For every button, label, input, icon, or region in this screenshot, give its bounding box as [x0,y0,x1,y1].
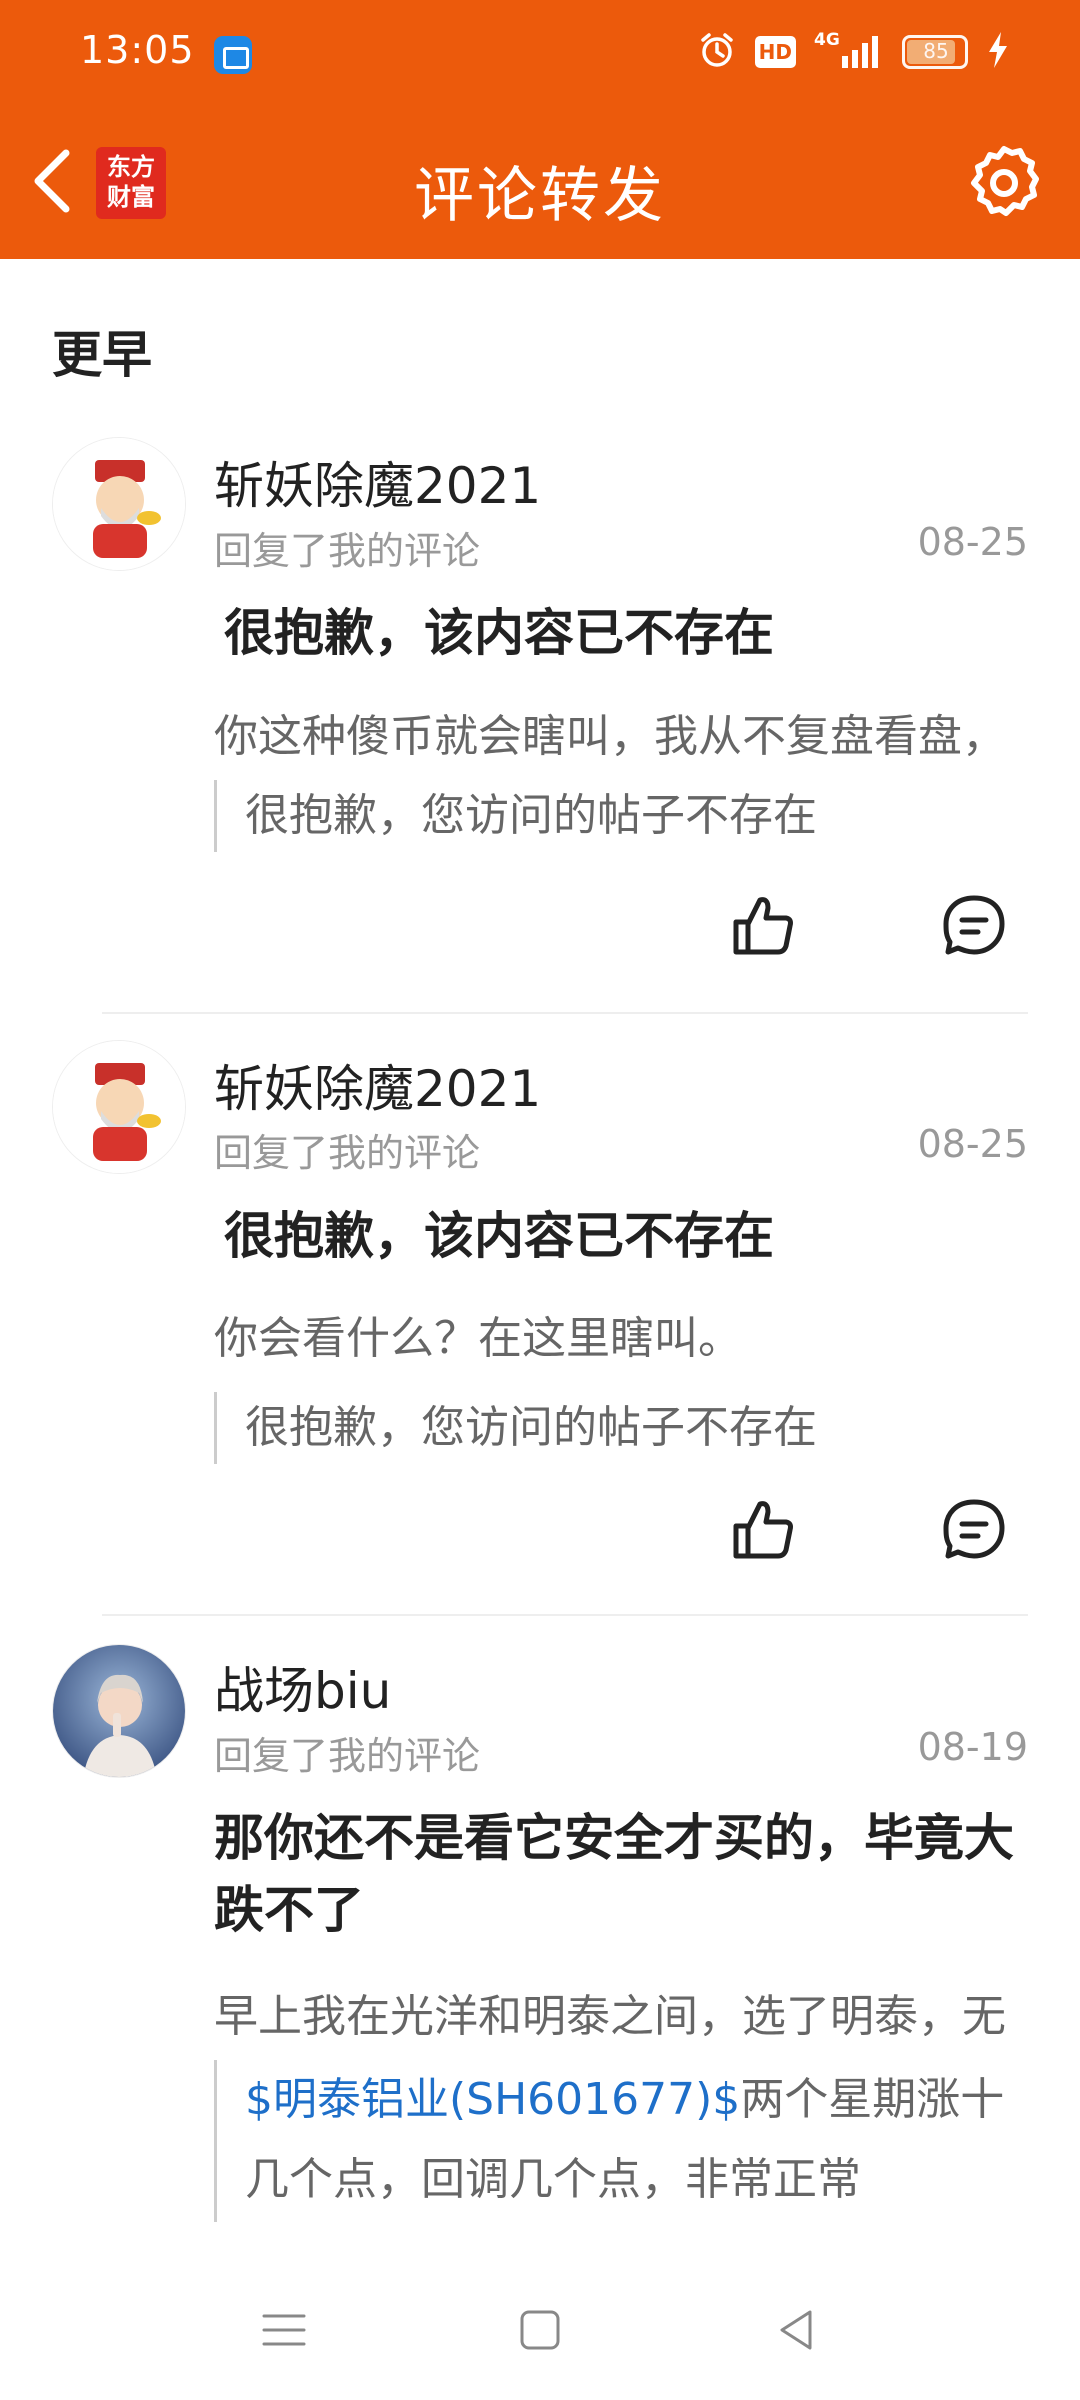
home-icon[interactable] [508,2298,572,2362]
username[interactable]: 斩妖除魔2021 [214,1049,541,1121]
battery-level: 85 [923,39,949,63]
action-text: 回复了我的评论 [214,1131,481,1175]
gear-icon[interactable] [964,143,1044,223]
reply-text[interactable]: 你会看什么？在这里瞎叫。 [214,1302,1034,1366]
alarm-icon [697,30,737,74]
action-text: 回复了我的评论 [214,1734,481,1778]
reply-text[interactable]: 你这种傻币就会瞎叫，我从不复盘看盘， [214,700,1034,764]
username[interactable]: 斩妖除魔2021 [214,446,541,518]
menu-icon[interactable] [252,2298,316,2362]
quote-text: 很抱歉，您访问的帖子不存在 [245,1402,817,1453]
comment-icon[interactable] [938,890,1010,962]
app-notification-icon [214,36,252,74]
comment-content[interactable]: 很抱歉，该内容已不存在 [224,1200,1044,1272]
divider [102,1614,1028,1616]
date: 08-19 [917,1725,1028,1769]
comment-icon[interactable] [938,1494,1010,1566]
divider [102,1012,1028,1014]
quoted-post[interactable]: 很抱歉，您访问的帖子不存在 [214,1392,1034,1464]
avatar[interactable] [52,1040,186,1174]
status-icons: HD 4G 85 [697,30,1010,74]
status-bar: 13:05 HD 4G 85 [0,0,1080,107]
hd-label: HD [758,40,792,64]
page-title: 评论转发 [414,161,666,231]
stock-link[interactable]: $明泰铝业(SH601677)$ [245,2074,740,2125]
avatar[interactable] [52,1644,186,1778]
avatar[interactable] [52,437,186,571]
reply-text[interactable]: 早上我在光洋和明泰之间，选了明泰，无 [214,1980,1034,2044]
quote-text: 很抱歉，您访问的帖子不存在 [245,790,817,841]
charging-icon [986,30,1010,74]
system-nav-bar [0,2262,1080,2400]
section-title: 更早 [52,326,152,384]
signal-icon: 4G [814,30,884,72]
comment-content[interactable]: 很抱歉，该内容已不存在 [224,597,1044,669]
status-time: 13:05 [80,28,195,72]
thumbs-up-icon[interactable] [728,1494,800,1566]
date: 08-25 [917,520,1028,564]
username[interactable]: 战场biu [214,1651,391,1723]
top-nav-bar: 东方 财富 评论转发 [0,107,1080,259]
quoted-post[interactable]: $明泰铝业(SH601677)$两个星期涨十几个点，回调几个点，非常正常 [214,2060,1034,2222]
quoted-post[interactable]: 很抱歉，您访问的帖子不存在 [214,780,1034,852]
thumbs-up-icon[interactable] [728,890,800,962]
comment-content[interactable]: 那你还不是看它安全才买的，毕竟大跌不了 [214,1802,1034,1952]
hd-icon: HD [754,36,796,68]
date: 08-25 [917,1122,1028,1166]
action-text: 回复了我的评论 [214,529,481,573]
back-icon[interactable] [766,2298,830,2362]
battery-icon: 85 [902,35,968,69]
